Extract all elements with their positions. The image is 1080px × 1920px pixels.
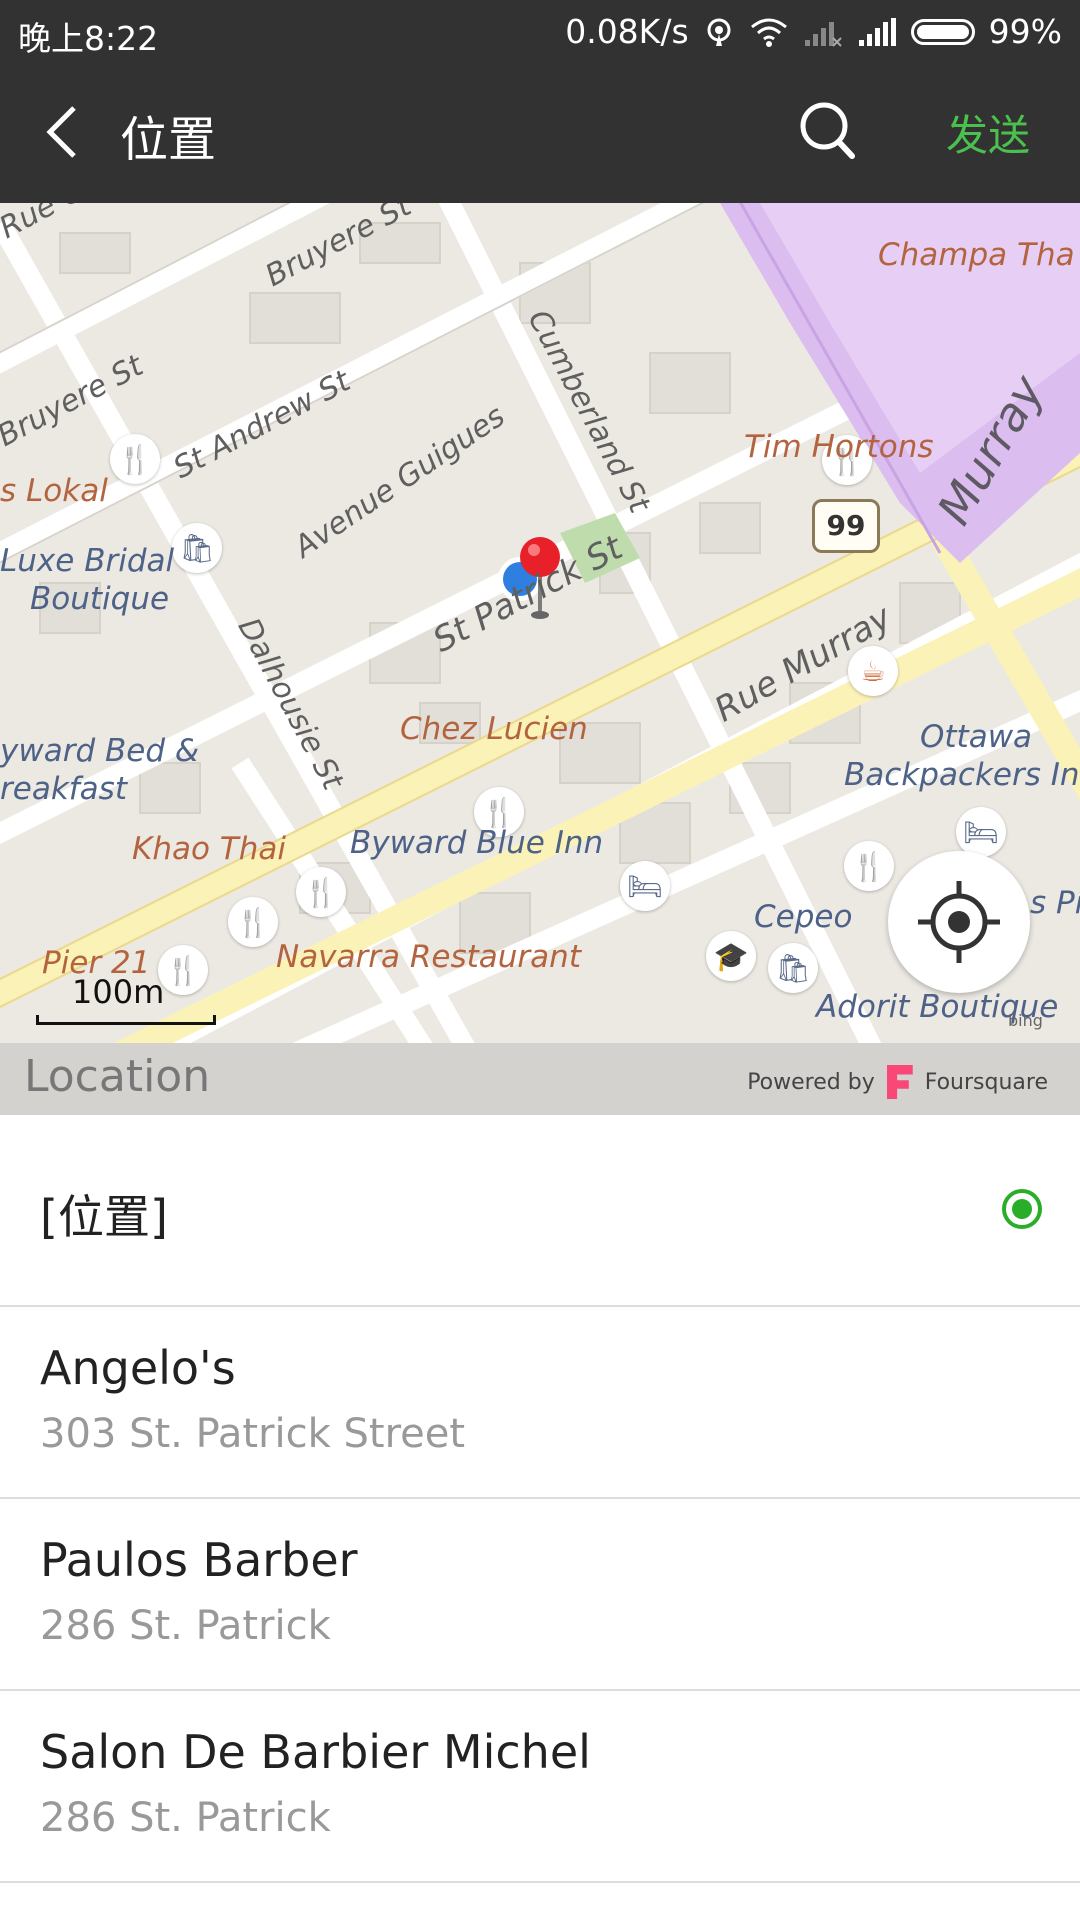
place-name: Salon De Barbier Michel (40, 1725, 591, 1779)
hotel-icon[interactable]: 🛏 (956, 807, 1006, 857)
map-view[interactable]: Rue Cat Bruyere St Bruyere St St Andrew … (0, 203, 1080, 1043)
battery-icon (910, 18, 975, 45)
poi-label: Byward Blue Inn (350, 825, 604, 861)
status-bar: 晚上8:22 0.08K/s 99% (0, 0, 1080, 62)
restaurant-icon[interactable]: 🍴 (228, 897, 278, 947)
poi-label: reakfast (0, 771, 127, 807)
poi-label: s Pi (1030, 885, 1080, 921)
list-item[interactable]: [位置] (0, 1115, 1080, 1307)
location-label: Location (24, 1051, 211, 1102)
place-name: Angelo's (40, 1341, 236, 1395)
wifi-icon (750, 18, 787, 47)
poi-label: Chez Lucien (400, 711, 588, 747)
back-arrow-icon[interactable] (38, 102, 84, 162)
restaurant-icon[interactable]: 🍴 (158, 945, 208, 995)
powered-by: Powered by Foursquare (747, 1065, 1048, 1099)
shopping-icon[interactable]: 🛍 (768, 943, 818, 993)
list-item[interactable]: Angelo's 303 St. Patrick Street (0, 1307, 1080, 1499)
foursquare-logo-icon (886, 1065, 913, 1099)
place-name: Paulos Barber (40, 1533, 358, 1587)
poi-label: Ottawa (920, 719, 1033, 755)
poi-label: Backpackers In (844, 757, 1080, 793)
poi-label: Luxe Bridal (0, 543, 175, 579)
poi-label: Khao Thai (132, 831, 286, 867)
signal-off-icon (804, 21, 842, 47)
selected-radio-icon[interactable] (1002, 1189, 1042, 1229)
shopping-icon[interactable]: 🛍 (172, 523, 222, 573)
place-address: 303 St. Patrick Street (40, 1411, 466, 1457)
locate-me-button[interactable] (888, 851, 1030, 993)
route-shield: 99 (812, 499, 880, 553)
map-attribution: bing (1008, 1011, 1043, 1030)
poi-label: Champa Tha (878, 237, 1075, 273)
provider-name: Foursquare (924, 1069, 1048, 1095)
map-scale-bar (36, 1015, 216, 1025)
poi-label: s Lokal (0, 473, 108, 509)
crosshair-icon (918, 881, 1000, 963)
poi-label: Navarra Restaurant (276, 939, 581, 975)
restaurant-icon[interactable]: 🍴 (296, 867, 346, 917)
signal-icon (858, 17, 896, 46)
poi-label: Cepeo (754, 899, 853, 935)
place-address: 286 St. Patrick (40, 1795, 331, 1841)
place-name: [位置] (40, 1190, 168, 1244)
status-icons: 0.08K/s 99% (565, 12, 1062, 51)
poi-label: Tim Hortons (744, 429, 934, 465)
poi-label: Boutique (30, 581, 170, 617)
places-list: [位置] Angelo's 303 St. Patrick Street Pau… (0, 1115, 1080, 1883)
battery-percent: 99% (988, 12, 1062, 51)
status-time: 晚上8:22 (18, 19, 159, 58)
cafe-icon[interactable]: ☕ (848, 646, 898, 696)
place-address: 286 St. Patrick (40, 1603, 331, 1649)
title-bar: 位置 发送 (0, 62, 1080, 203)
search-icon[interactable] (796, 98, 858, 164)
poi-label: yward Bed & (0, 733, 200, 769)
restaurant-icon[interactable]: 🍴 (110, 434, 160, 484)
hotel-icon[interactable]: 🛏 (620, 861, 670, 911)
page-title: 位置 (120, 112, 217, 168)
list-item[interactable]: Salon De Barbier Michel 286 St. Patrick (0, 1691, 1080, 1883)
location-header: Location Powered by Foursquare (0, 1043, 1080, 1115)
powered-by-label: Powered by (747, 1069, 875, 1095)
send-button[interactable]: 发送 (946, 102, 1030, 163)
hotspot-icon (707, 18, 731, 46)
list-item[interactable]: Paulos Barber 286 St. Patrick (0, 1499, 1080, 1691)
restaurant-icon[interactable]: 🍴 (844, 841, 894, 891)
network-speed: 0.08K/s (565, 12, 689, 51)
map-scale-label: 100m (72, 973, 165, 1011)
school-icon[interactable]: 🎓 (706, 931, 756, 981)
